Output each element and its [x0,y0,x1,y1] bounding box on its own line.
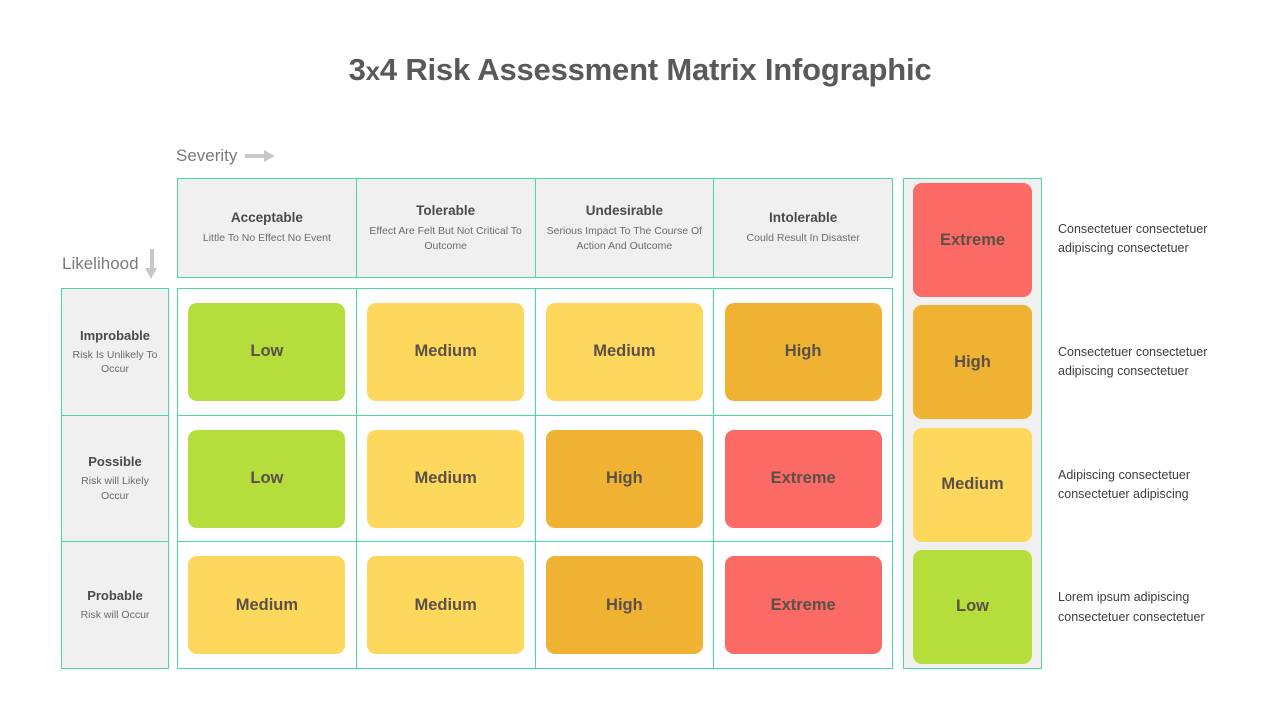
legend-swatch-panel: Extreme High Medium Low [903,178,1042,669]
risk-chip[interactable]: High [724,302,882,401]
legend-swatch[interactable]: Medium [913,427,1032,542]
severity-header-desc: Little To No Effect No Event [202,232,331,245]
matrix-row: Medium Medium High Extreme [178,542,892,669]
matrix-cell[interactable]: Medium [536,289,715,415]
matrix-cell[interactable]: High [714,289,892,415]
risk-chip[interactable]: Low [188,429,346,528]
severity-header-desc: Serious Impact To The Course Of Action A… [546,225,703,252]
matrix-cell[interactable]: Extreme [714,416,892,542]
risk-chip[interactable]: Medium [545,302,703,401]
severity-axis-caption: Severity [176,146,276,166]
risk-chip[interactable]: Extreme [724,429,882,528]
likelihood-row-title: Improbable [79,327,151,343]
matrix-row: Low Medium Medium High [178,289,892,416]
matrix-cell[interactable]: Medium [357,415,536,542]
severity-header-title: Acceptable [230,210,303,226]
risk-chip[interactable]: Medium [188,556,346,655]
severity-header-cell[interactable]: Acceptable Little To No Effect No Event [178,179,357,277]
matrix-cell[interactable]: Extreme [714,542,892,668]
risk-chip[interactable]: Low [188,302,346,401]
arrow-right-icon [245,150,276,162]
title-suffix: 4 Risk Assessment Matrix Infographic [379,52,932,87]
severity-header-cell[interactable]: Undesirable Serious Impact To The Course… [536,179,715,277]
severity-header-desc: Effect Are Felt But Not Critical To Outc… [369,225,522,252]
risk-chip[interactable]: High [545,429,703,528]
legend-description-column: Consectetuer consectetuer adipiscing con… [1058,178,1258,669]
likelihood-row-label[interactable]: Possible Risk will Likely Occur [62,416,168,543]
likelihood-row-title: Possible [88,454,142,470]
likelihood-row-desc: Risk will Likely Occur [81,475,149,502]
risk-chip[interactable]: Extreme [724,556,882,655]
matrix-cell[interactable]: Medium [178,542,357,669]
legend-swatch[interactable]: Low [913,549,1032,664]
risk-matrix-body: Low Medium Medium High Low Medium High E… [177,288,893,669]
likelihood-row-desc: Risk Is Unlikely To Occur [72,348,158,375]
likelihood-label-column: Improbable Risk Is Unlikely To Occur Pos… [61,288,169,669]
likelihood-axis-label: Likelihood [62,254,139,273]
risk-chip[interactable]: Medium [367,556,525,655]
legend-swatch[interactable]: High [913,305,1032,420]
likelihood-row-desc: Risk will Occur [80,609,150,622]
likelihood-row-title: Probable [87,588,143,604]
severity-header-cell[interactable]: Intolerable Could Result In Disaster [714,179,892,277]
matrix-cell[interactable]: Low [178,289,357,415]
legend-description: Lorem ipsum adipiscing consectetuer cons… [1058,590,1205,624]
likelihood-axis-caption: Likelihood [62,249,158,279]
severity-header-title: Undesirable [585,203,664,219]
risk-chip[interactable]: High [545,556,703,655]
severity-axis-label: Severity [176,146,238,165]
matrix-cell[interactable]: Medium [357,542,536,669]
severity-header-row: Acceptable Little To No Effect No Event … [177,178,893,278]
risk-chip[interactable]: Medium [367,429,525,528]
severity-header-title: Intolerable [768,210,838,226]
matrix-cell[interactable]: High [536,415,715,542]
risk-chip[interactable]: Medium [367,302,525,401]
page-title: 3x4 Risk Assessment Matrix Infographic [0,52,1280,88]
legend-description: Adipiscing consectetuer consectetuer adi… [1058,467,1191,501]
legend-swatch[interactable]: Extreme [913,183,1032,298]
matrix-row: Low Medium High Extreme [178,415,892,543]
title-prefix: 3 [348,52,366,87]
matrix-cell[interactable]: Medium [357,289,536,415]
severity-header-title: Tolerable [416,203,476,219]
legend-description: Consectetuer consectetuer adipiscing con… [1058,222,1208,256]
arrow-down-icon [144,249,158,279]
matrix-cell[interactable]: High [536,542,715,669]
legend-description: Consectetuer consectetuer adipiscing con… [1058,344,1208,379]
infographic-page: 3x4 Risk Assessment Matrix Infographic S… [0,0,1280,720]
title-multiplier-symbol: x [365,56,380,86]
likelihood-row-label[interactable]: Probable Risk will Occur [62,542,168,668]
matrix-cell[interactable]: Low [178,415,357,542]
likelihood-row-label[interactable]: Improbable Risk Is Unlikely To Occur [62,289,168,416]
severity-header-cell[interactable]: Tolerable Effect Are Felt But Not Critic… [357,179,536,277]
severity-header-desc: Could Result In Disaster [746,232,860,245]
